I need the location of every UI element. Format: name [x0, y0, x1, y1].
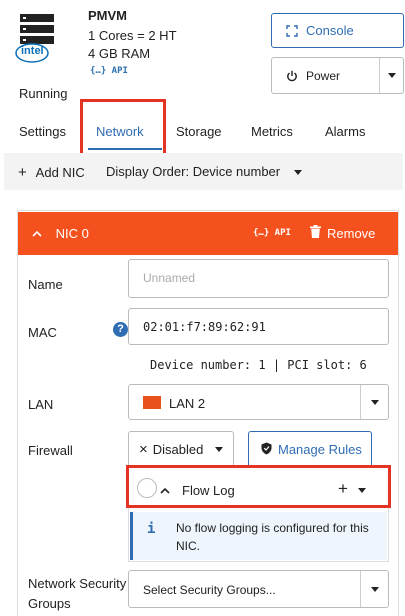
nsg-placeholder: Select Security Groups... — [143, 583, 276, 597]
firewall-value: Disabled — [152, 442, 204, 457]
tab-settings[interactable]: Settings — [19, 124, 66, 139]
add-nic-button[interactable]: + Add NIC — [18, 164, 85, 181]
display-order-label: Display Order: Device number — [106, 164, 281, 179]
nsg-label: Network Security Groups — [28, 574, 126, 614]
tab-storage[interactable]: Storage — [176, 124, 222, 139]
lan-label: LAN — [28, 397, 54, 412]
vm-cores: 1 Cores = 2 HT — [88, 28, 177, 43]
tab-alarms[interactable]: Alarms — [325, 124, 365, 139]
mac-label: MAC — [28, 325, 57, 340]
plus-icon: + — [18, 164, 27, 181]
flow-info-line1: No flow logging is configured for this — [176, 521, 369, 535]
name-label: Name — [28, 277, 63, 292]
nic-name-field[interactable]: Unnamed — [128, 259, 389, 298]
intel-logo: intel — [14, 42, 50, 64]
tab-highlight-box — [80, 99, 166, 156]
nic-toolbar: + Add NIC Display Order: Device number — [4, 153, 403, 190]
trash-icon — [310, 225, 321, 241]
vm-ram: 4 GB RAM — [88, 46, 151, 61]
nic-api-link[interactable]: {…} API — [253, 228, 291, 238]
manage-rules-button[interactable]: Manage Rules — [248, 431, 372, 468]
lan-select-toggle[interactable] — [360, 385, 388, 419]
close-icon: × — [139, 441, 148, 458]
chevron-up-icon — [32, 226, 42, 241]
lan-color-swatch — [143, 396, 161, 409]
chevron-down-icon — [370, 399, 379, 405]
flow-info-line2: NIC. — [176, 539, 200, 553]
flow-info-alert: i No flow logging is configured for this… — [130, 512, 387, 560]
nic-name-placeholder: Unnamed — [143, 271, 196, 285]
display-order-dropdown[interactable]: Display Order: Device number — [106, 164, 302, 179]
power-label: Power — [306, 68, 341, 83]
firewall-select[interactable]: × Disabled — [128, 431, 234, 468]
add-nic-label: Add NIC — [35, 165, 85, 180]
console-icon — [286, 24, 298, 37]
nsg-label-line2: Groups — [28, 596, 71, 611]
console-button[interactable]: Console — [271, 13, 404, 48]
console-label: Console — [306, 23, 354, 38]
nic-title: NIC 0 — [32, 226, 89, 241]
lan-value: LAN 2 — [169, 396, 206, 411]
nic-title-label: NIC 0 — [55, 226, 89, 241]
vm-api-link[interactable]: {…} API — [90, 66, 128, 76]
chevron-down-icon — [293, 170, 302, 176]
vm-name: PMVM — [88, 8, 127, 23]
manage-rules-label: Manage Rules — [278, 442, 362, 457]
power-dropdown-toggle[interactable] — [379, 58, 403, 93]
mac-field[interactable]: 02:01:f7:89:62:91 — [128, 308, 389, 345]
flow-info-text: No flow logging is configured for this N… — [176, 519, 369, 555]
chevron-down-icon — [215, 447, 224, 452]
mac-value: 02:01:f7:89:62:91 — [143, 320, 266, 334]
device-info: Device number: 1 | PCI slot: 6 — [150, 358, 367, 372]
nsg-select-toggle[interactable] — [360, 571, 388, 607]
nsg-label-line1: Network Security — [28, 576, 127, 591]
vm-status: Running — [19, 86, 68, 101]
power-icon — [286, 70, 298, 82]
chevron-down-icon — [370, 586, 379, 592]
firewall-label: Firewall — [28, 443, 73, 458]
remove-label: Remove — [327, 225, 376, 241]
nsg-select[interactable]: Select Security Groups... — [128, 570, 389, 608]
help-icon[interactable]: ? — [113, 322, 128, 337]
chevron-down-icon — [387, 73, 396, 78]
shield-icon — [261, 442, 272, 458]
lan-select[interactable]: LAN 2 — [128, 384, 389, 420]
info-icon: i — [147, 521, 156, 537]
remove-nic-button[interactable]: Remove — [310, 225, 375, 241]
nic-panel-header[interactable]: NIC 0 {…} API Remove — [18, 212, 398, 255]
flow-log-highlight-box — [126, 465, 391, 508]
tab-metrics[interactable]: Metrics — [251, 124, 293, 139]
power-button[interactable]: Power — [271, 57, 404, 94]
